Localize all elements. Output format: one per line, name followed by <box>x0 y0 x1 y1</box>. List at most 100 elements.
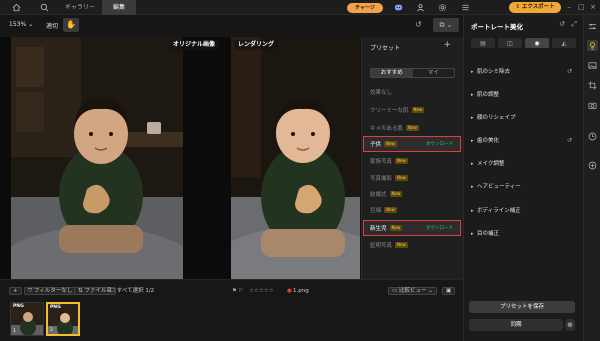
image-canvas[interactable]: オリジナル画像 レンダリング <box>0 37 360 279</box>
add-icon[interactable]: + <box>9 286 22 296</box>
thumb-index: 1 <box>13 329 16 334</box>
close-icon[interactable]: × <box>588 2 598 12</box>
history-icon[interactable] <box>587 131 598 142</box>
preset-label: 写真撮影 <box>370 176 393 182</box>
tab-my[interactable]: マイ <box>413 69 455 77</box>
preset-label: 子供 <box>370 142 382 148</box>
preset-item[interactable]: クリーミーな肌 New <box>362 103 463 119</box>
tool-body-icon[interactable]: ◭ <box>552 38 576 48</box>
adjust-section[interactable]: ▸ 肌の調整 <box>471 90 576 100</box>
image-icon[interactable] <box>587 60 598 71</box>
adjust-icon[interactable] <box>587 21 598 32</box>
preset-label: 効果なし <box>370 90 393 96</box>
home-icon[interactable] <box>12 3 21 12</box>
adjust-section[interactable]: ▸ 顔のリシェイプ <box>471 113 576 123</box>
section-label: 顔のリシェイプ <box>477 115 516 121</box>
new-badge: New <box>395 175 408 181</box>
undo-icon[interactable]: ↺ <box>415 20 422 29</box>
gear-icon[interactable] <box>438 3 447 12</box>
filename-label: ファイル名 <box>84 288 112 294</box>
preset-item[interactable]: 効果なし <box>362 85 463 101</box>
tool-skin-icon[interactable]: ▤ <box>471 38 495 48</box>
section-label: 目の補正 <box>477 231 500 237</box>
reset-icon[interactable]: ↺ <box>567 67 572 77</box>
star-icon[interactable]: ☆☆☆☆☆ <box>249 286 274 296</box>
expand-icon[interactable]: ⤢ <box>571 20 577 29</box>
reset-icon[interactable]: ↺ <box>567 136 572 146</box>
thumbnail-2[interactable]: PNG 2 <box>46 302 80 336</box>
add-icon[interactable] <box>587 160 598 171</box>
tool-portrait-icon[interactable]: ◉ <box>525 38 549 48</box>
preset-item[interactable]: 家族写真 New <box>362 154 463 170</box>
reset-icon[interactable]: ↺ <box>559 20 565 28</box>
flag-icon[interactable]: ⚑ ⚐ <box>232 286 244 296</box>
rendered-label: レンダリング <box>234 40 279 50</box>
preset-item[interactable]: 証明写真 New <box>362 238 463 254</box>
chevron-down-icon: ⌄ <box>28 21 34 28</box>
preset-item[interactable]: 新生児 New ダウンロード <box>363 220 461 236</box>
preset-item[interactable]: キメのある肌 New <box>362 121 463 137</box>
save-preset-button[interactable]: プリセットを保存 <box>469 301 575 313</box>
camera-icon[interactable] <box>587 100 598 111</box>
adjust-section[interactable]: ▸ 目の補正 <box>471 229 576 239</box>
canvas-toolbar: 153% ⌄ 適切 ✋ ↺ ⧉ ⌄ <box>0 15 463 37</box>
add-preset-icon[interactable]: + <box>443 40 451 50</box>
adjust-section[interactable]: ▸ ヘアビューティー <box>471 182 576 192</box>
adjust-section[interactable]: ▸ 肌のシミ除去 ↺ <box>471 67 576 77</box>
preset-label: キメのある肌 <box>370 126 404 132</box>
select-all-label: すべて選択 1/2 <box>116 288 155 294</box>
tool-face-icon[interactable]: ◫ <box>498 38 522 48</box>
new-badge: New <box>406 125 419 131</box>
rendered-image <box>231 37 360 279</box>
tab-gallery[interactable]: ギャラリー <box>54 0 106 15</box>
download-status: ダウンロード <box>426 226 453 231</box>
top-bar: ギャラリー 編集 チャージ ⇪ エクスポート – □ × <box>0 0 600 15</box>
zoom-level[interactable]: 153% ⌄ <box>9 21 33 28</box>
search-icon[interactable] <box>40 3 49 12</box>
adjust-panel: ポートレート美化 ↺ ⤢ ▤ ◫ ◉ ◭ ▸ 肌のシミ除去 ↺ ▸ 肌の調整 ▸ 顔のリシェ… <box>463 15 583 341</box>
preset-item[interactable]: 結婚式 New <box>362 187 463 203</box>
export-button[interactable]: ⇪ エクスポート <box>509 2 561 13</box>
preset-label: 家族写真 <box>370 159 393 165</box>
thumb-type: PNG <box>50 305 61 310</box>
select-all-checkbox[interactable]: ☐ すべて選択 1/2 <box>110 286 154 296</box>
thumbnail-1[interactable]: PNG 1 <box>10 302 44 336</box>
charge-label: チャージ <box>355 5 375 11</box>
thumb-type: PNG <box>13 304 24 309</box>
app-window: ギャラリー 編集 チャージ ⇪ エクスポート – □ × 153% ⌄ 適切 ✋… <box>0 0 600 341</box>
panel-toggle-icon[interactable]: ▣ <box>442 286 456 296</box>
hand-icon[interactable]: ✋ <box>63 18 79 32</box>
user-icon[interactable] <box>416 3 425 12</box>
section-label: ヘアビューティー <box>477 184 521 190</box>
preset-item[interactable]: 写真撮影 New <box>362 171 463 187</box>
fit-button[interactable]: 適切 <box>46 21 58 30</box>
sync-options-icon[interactable]: ⊕ <box>565 319 575 331</box>
crop-icon[interactable] <box>587 80 598 91</box>
sync-button[interactable]: 同期 <box>469 319 563 331</box>
adjust-section[interactable]: ▸ 歯の美化 ↺ <box>471 136 576 146</box>
portrait-icon[interactable] <box>587 40 598 51</box>
preset-item[interactable]: 巨細 New <box>362 203 463 219</box>
section-label: 肌のシミ除去 <box>477 69 511 75</box>
compare-view-button[interactable]: ▭ 比較ビュー ⌄ <box>388 286 437 296</box>
preset-title: プリセット <box>370 45 401 52</box>
charge-button[interactable]: チャージ <box>347 3 383 13</box>
preset-item[interactable]: 子供 New ダウンロード <box>363 136 461 152</box>
tab-edit[interactable]: 編集 <box>102 0 137 15</box>
section-label: 肌の調整 <box>477 92 500 98</box>
redo-icon[interactable]: ⧉ ⌄ <box>433 18 459 32</box>
discord-icon[interactable] <box>394 3 403 12</box>
color-dot-icon[interactable]: ● <box>287 286 292 296</box>
menu-icon[interactable] <box>461 3 470 12</box>
tab-recommended[interactable]: おすすめ <box>371 69 413 77</box>
preset-label: 新生児 <box>370 226 387 232</box>
new-badge: New <box>389 225 403 231</box>
adjust-section[interactable]: ▸ ボディライン補正 <box>471 206 576 216</box>
adjust-section[interactable]: ▸ メイク調整 <box>471 159 576 169</box>
section-label: 歯の美化 <box>477 138 500 144</box>
maximize-icon[interactable]: □ <box>576 2 586 12</box>
preset-label: 巨細 <box>370 208 382 214</box>
new-badge: New <box>384 141 397 147</box>
export-label: エクスポート <box>521 4 555 10</box>
minimize-icon[interactable]: – <box>564 2 574 12</box>
